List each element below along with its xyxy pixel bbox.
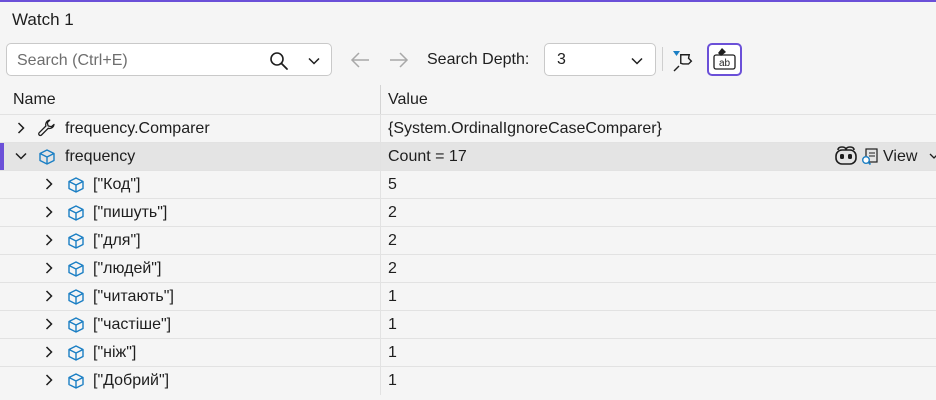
- column-divider: [380, 339, 381, 367]
- search-depth-label: Search Depth:: [427, 51, 530, 68]
- row-value[interactable]: 5: [388, 176, 397, 194]
- table-row[interactable]: ["Код"] 5: [0, 170, 936, 199]
- column-divider[interactable]: [380, 85, 381, 114]
- selection-marker: [0, 143, 4, 171]
- column-header: Name Value: [0, 85, 936, 114]
- svg-text:ab: ab: [719, 58, 731, 69]
- wrench-icon: [38, 119, 55, 137]
- row-value[interactable]: 1: [388, 288, 397, 306]
- column-divider: [380, 227, 381, 255]
- arrow-right-icon[interactable]: [388, 51, 410, 69]
- toolbar-separator: [662, 47, 663, 71]
- row-value[interactable]: 2: [388, 232, 397, 250]
- row-name: ["частіше"]: [93, 316, 172, 333]
- chevron-down-icon[interactable]: [14, 149, 28, 163]
- window-title: Watch 1: [12, 10, 74, 29]
- row-value[interactable]: {System.OrdinalIgnoreCaseComparer}: [388, 120, 662, 138]
- search-depth-value: 3: [557, 51, 566, 68]
- chevron-right-icon[interactable]: [42, 233, 56, 247]
- search-depth-select[interactable]: 3: [544, 43, 656, 76]
- column-divider: [380, 367, 381, 395]
- chevron-right-icon[interactable]: [42, 261, 56, 275]
- column-header-name[interactable]: Name: [13, 91, 56, 109]
- row-value[interactable]: 1: [388, 344, 397, 362]
- column-divider: [380, 311, 381, 339]
- cube-icon: [68, 373, 84, 389]
- column-divider: [380, 255, 381, 283]
- table-row[interactable]: ["пишуть"] 2: [0, 198, 936, 227]
- search-input[interactable]: [17, 51, 257, 71]
- table-row[interactable]: ["ніж"] 1: [0, 338, 936, 367]
- row-name: ["Код"]: [93, 176, 141, 193]
- watch-toolbar: Search Depth: 3 ab: [0, 42, 936, 80]
- chevron-down-icon: [631, 57, 643, 65]
- raw-string-icon: ab: [713, 48, 736, 70]
- view-button[interactable]: View: [883, 148, 917, 166]
- row-name: ["Добрий"]: [93, 372, 170, 389]
- row-value[interactable]: 1: [388, 372, 397, 390]
- row-value[interactable]: Count = 17: [388, 148, 467, 166]
- column-divider: [380, 199, 381, 227]
- table-row[interactable]: ["Добрий"] 1: [0, 366, 936, 395]
- window-top-accent: [0, 0, 936, 2]
- table-row[interactable]: ["людей"] 2: [0, 254, 936, 283]
- cube-icon: [68, 177, 84, 193]
- chevron-right-icon[interactable]: [42, 289, 56, 303]
- table-row[interactable]: ["читають"] 1: [0, 282, 936, 311]
- magnifier-view-icon[interactable]: [861, 148, 879, 166]
- chevron-right-icon[interactable]: [42, 345, 56, 359]
- row-name: ["для"]: [93, 232, 141, 249]
- chevron-right-icon[interactable]: [42, 205, 56, 219]
- column-divider: [380, 143, 381, 171]
- row-value[interactable]: 2: [388, 260, 397, 278]
- chevron-right-icon[interactable]: [42, 373, 56, 387]
- cube-icon: [68, 317, 84, 333]
- chevron-right-icon[interactable]: [42, 177, 56, 191]
- row-name: frequency.Comparer: [65, 120, 210, 137]
- table-row[interactable]: ["частіше"] 1: [0, 310, 936, 339]
- chevron-down-icon[interactable]: [929, 151, 936, 161]
- column-divider: [380, 283, 381, 311]
- chevron-right-icon[interactable]: [14, 121, 28, 135]
- cube-icon: [68, 345, 84, 361]
- row-value[interactable]: 1: [388, 316, 397, 334]
- table-row[interactable]: frequency.Comparer {System.OrdinalIgnore…: [0, 114, 936, 143]
- cube-icon: [68, 261, 84, 277]
- arrow-left-icon[interactable]: [349, 51, 371, 69]
- search-box[interactable]: [6, 43, 332, 76]
- column-divider: [380, 115, 381, 143]
- copilot-icon[interactable]: [834, 146, 858, 168]
- chevron-right-icon[interactable]: [42, 317, 56, 331]
- column-divider: [380, 171, 381, 199]
- cube-icon: [68, 289, 84, 305]
- row-name: frequency: [65, 148, 136, 165]
- row-name: ["людей"]: [93, 260, 162, 277]
- pin-icon[interactable]: [670, 46, 698, 74]
- search-icon[interactable]: [269, 51, 289, 71]
- chevron-down-icon[interactable]: [306, 53, 322, 69]
- cube-icon: [68, 205, 84, 221]
- table-row-selected[interactable]: frequency Count = 17 View: [0, 142, 936, 171]
- table-row[interactable]: ["для"] 2: [0, 226, 936, 255]
- row-name: ["читають"]: [93, 288, 174, 305]
- row-name: ["ніж"]: [93, 344, 137, 361]
- row-name: ["пишуть"]: [93, 204, 168, 221]
- row-value[interactable]: 2: [388, 204, 397, 222]
- cube-icon: [39, 149, 55, 165]
- column-header-value[interactable]: Value: [388, 91, 428, 109]
- raw-string-button[interactable]: ab: [707, 43, 742, 76]
- cube-icon: [68, 233, 84, 249]
